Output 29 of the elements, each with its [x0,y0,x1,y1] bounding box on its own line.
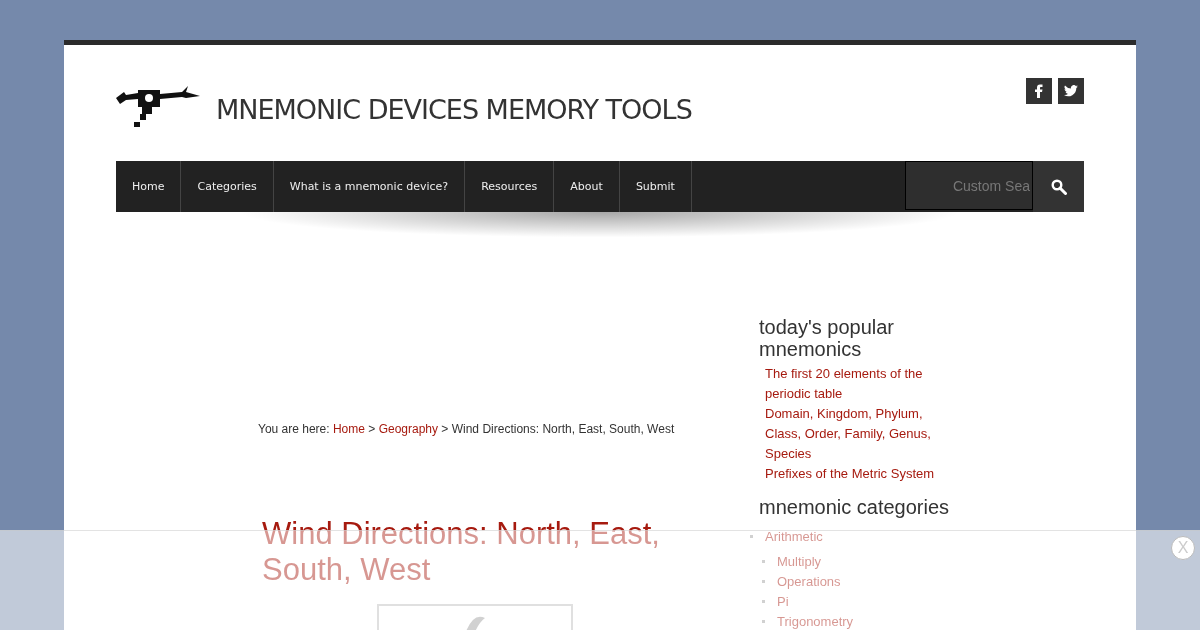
bird-icon [1064,85,1078,97]
nav-link[interactable]: What is a mnemonic device? [273,161,466,212]
search-field[interactable]: Custom Sea [905,161,1033,210]
facebook-icon [1034,84,1044,98]
nav-link[interactable]: Home [116,161,182,212]
bullet-icon [750,534,753,538]
search-icon [1050,178,1067,195]
popular-link[interactable]: The first 20 elements of the periodic table [765,364,959,404]
nav-link[interactable]: Categories [181,161,274,212]
twitter-button[interactable] [1058,78,1084,104]
site-title[interactable]: MNEMONIC DEVICES MEMORY TOOLS [216,93,692,125]
bullet-icon [762,559,765,563]
sidebar-heading: mnemonic categories [759,496,951,518]
nav-link[interactable]: Submit [619,161,692,212]
article-title: Wind Directions: North, East, South, West [262,516,661,588]
facebook-button[interactable] [1026,78,1052,104]
popular-link[interactable]: Domain, Kingdom, Phylum, Class, Order, Family, Genus, Species [765,404,959,464]
breadcrumb-link[interactable]: Geography [378,422,439,436]
bullet-icon [762,599,765,603]
nav-link[interactable]: Resources [465,161,555,212]
breadcrumb-link[interactable]: Home [332,422,365,436]
bullet-icon [762,619,765,623]
logo-icon[interactable] [116,86,200,128]
popular-link[interactable]: Prefixes of the Metric System [765,464,959,484]
search-button[interactable] [1033,161,1084,212]
breadcrumb: You are here: Home > Geography > Wind Directions: North, East, South, West [258,422,676,436]
nav-link[interactable]: About [554,161,620,212]
sidebar-heading: today's popular mnemonics [759,316,896,360]
bullet-icon [762,579,765,583]
